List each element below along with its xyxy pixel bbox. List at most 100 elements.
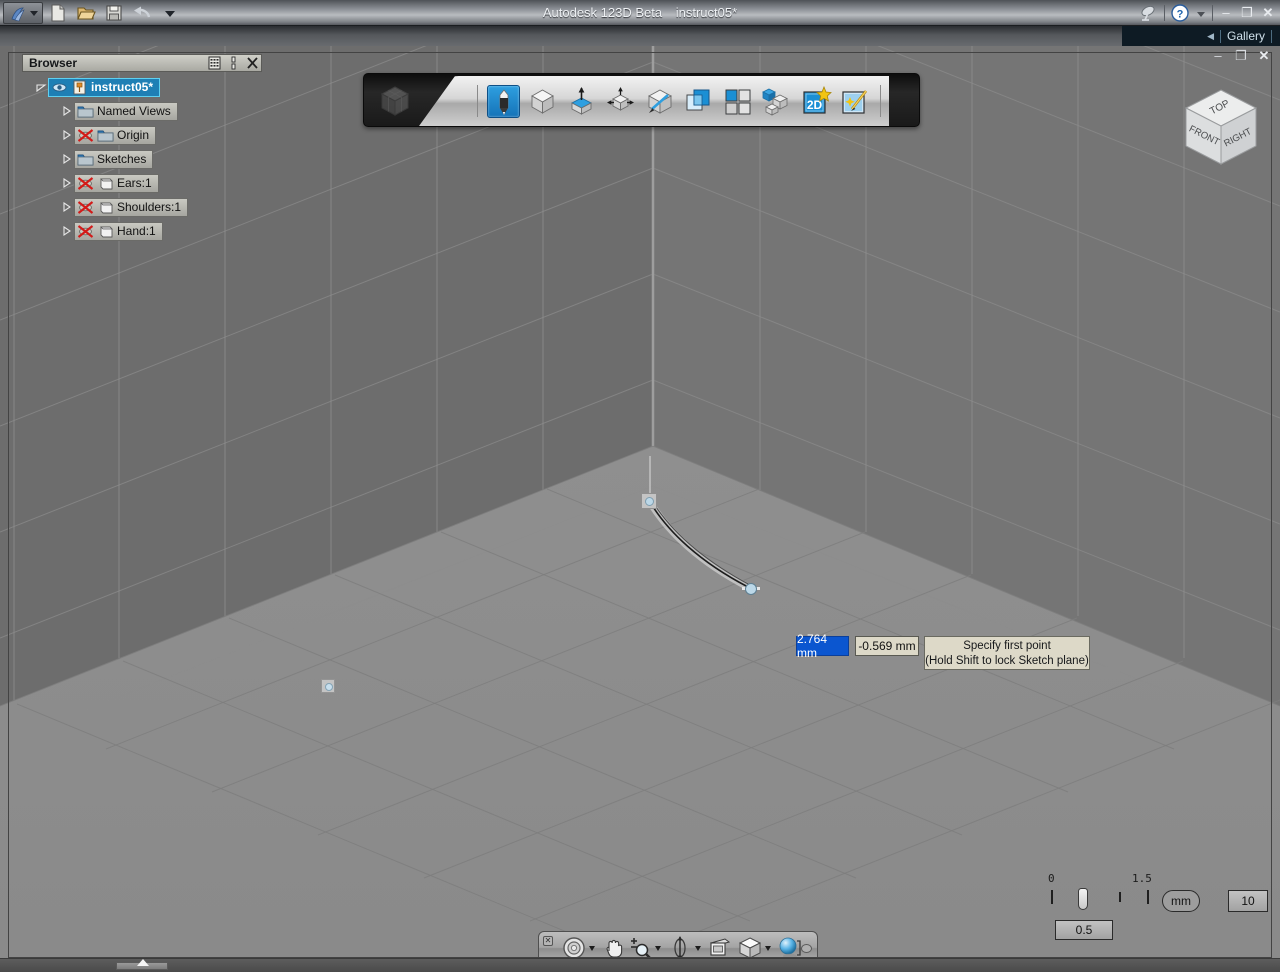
primitives-tool[interactable] (526, 85, 559, 118)
browser-properties-icon[interactable] (208, 56, 221, 70)
tree-node-named-views[interactable]: Named Views (74, 101, 178, 121)
tree-row[interactable]: Ears:1 (22, 171, 262, 195)
tree-row[interactable]: Named Views (22, 99, 262, 123)
grid-scale-widget[interactable]: 0 1.5 0.5 mm 10 (1040, 868, 1270, 948)
ribbon-collapse-icon[interactable]: ◀ (1207, 31, 1214, 42)
steering-wheel-caret-icon[interactable] (589, 945, 595, 951)
help-icon[interactable]: ? (1170, 3, 1190, 23)
smart-tool[interactable] (838, 85, 871, 118)
steering-wheel-button[interactable] (561, 935, 595, 958)
tree-node-ears-1[interactable]: Ears:1 (74, 173, 159, 193)
navbar-grip-handle[interactable] (801, 944, 812, 953)
browser-tree[interactable]: instruct05* Named Views Origin Sketches Ears… (22, 75, 262, 243)
sketch-origin-grip[interactable] (321, 679, 335, 693)
tree-node-sketches[interactable]: Sketches (74, 149, 154, 169)
pan-button[interactable] (601, 935, 627, 958)
navbar-close-icon[interactable]: ✕ (543, 936, 553, 946)
tree-row[interactable]: instruct05* (22, 75, 262, 99)
restore-button[interactable]: ❐ (1239, 5, 1255, 21)
tree-row[interactable]: Shoulders:1 (22, 195, 262, 219)
main-toolbar[interactable]: 2D (363, 73, 920, 127)
new-document-icon[interactable] (48, 3, 68, 23)
help-caret-icon[interactable] (1195, 3, 1207, 23)
zoom-button[interactable] (627, 935, 661, 958)
application-menu-caret-icon[interactable] (30, 11, 38, 16)
grip-circle (745, 583, 757, 595)
browser-close-icon[interactable] (246, 56, 259, 70)
tree-expander-closed-icon[interactable] (60, 104, 74, 118)
tooltip-line-2: (Hold Shift to lock Sketch plane) (925, 655, 1089, 667)
save-document-icon[interactable] (104, 3, 124, 23)
customize-quick-access-caret-icon[interactable] (160, 3, 180, 23)
visibility-hidden-icon[interactable] (77, 176, 94, 191)
app-title-text: Autodesk 123D Beta (542, 5, 663, 20)
sketch-start-point-handle[interactable] (641, 493, 657, 509)
paint-cube-icon (648, 88, 672, 114)
sketch-tool[interactable] (487, 84, 520, 118)
doc-restore-button[interactable]: ❐ (1233, 48, 1249, 64)
toolbar-divider (477, 85, 478, 117)
tree-expander-open-icon[interactable] (34, 80, 48, 94)
undo-icon[interactable] (132, 3, 152, 23)
main-toolbar-swoosh (419, 76, 479, 126)
tree-node-label: Sketches (97, 152, 147, 166)
visibility-hidden-icon[interactable] (77, 200, 94, 215)
application-menu-button[interactable] (3, 2, 43, 24)
toolbar-divider-end (880, 85, 881, 117)
orbit-caret-icon[interactable] (695, 945, 701, 951)
ribbon-bar: ◀ Gallery (0, 26, 1280, 46)
satellite-dish-icon[interactable] (1139, 3, 1159, 23)
view-cube[interactable]: TOP FRONT RIGHT (1178, 84, 1264, 176)
x-coordinate-input[interactable]: 2.764 mm (796, 632, 849, 660)
doc-close-button[interactable]: ✕ (1256, 48, 1272, 64)
tab-gallery[interactable]: Gallery (1227, 29, 1265, 43)
zoom-caret-icon[interactable] (655, 945, 661, 951)
visibility-eye-icon[interactable] (51, 80, 68, 95)
combine-tool[interactable] (682, 85, 715, 118)
visual-style-button[interactable] (737, 935, 771, 958)
drawing-tool[interactable]: 2D (799, 85, 832, 118)
tree-node-instruct05[interactable]: instruct05* (48, 77, 161, 97)
visibility-hidden-icon[interactable] (77, 128, 94, 143)
horizontal-scroll-handle[interactable] (116, 959, 168, 970)
sketch-end-point-grip[interactable] (742, 580, 760, 598)
solid-body-icon (97, 176, 114, 191)
tree-node-hand-1[interactable]: Hand:1 (74, 221, 163, 241)
orbit-button[interactable] (667, 935, 701, 958)
tree-row[interactable]: Hand:1 (22, 219, 262, 243)
grab-tool[interactable] (643, 85, 676, 118)
close-button[interactable]: ✕ (1260, 5, 1276, 21)
tree-expander-closed-icon[interactable] (60, 200, 74, 214)
folder-icon (77, 104, 94, 119)
tree-node-label: Shoulders:1 (117, 200, 182, 214)
tree-expander-closed-icon[interactable] (60, 176, 74, 190)
y-coordinate-input[interactable]: -0.569 mm (855, 636, 919, 656)
doc-minimize-button[interactable]: – (1210, 48, 1226, 64)
tree-row[interactable]: Sketches (22, 147, 262, 171)
tree-node-label: Hand:1 (117, 224, 156, 238)
tree-expander-closed-icon[interactable] (60, 224, 74, 238)
extrude-cube-icon (571, 86, 592, 115)
pattern-tool[interactable] (721, 85, 754, 118)
subdivisions-input[interactable]: 10 (1228, 890, 1268, 912)
tree-node-shoulders-1[interactable]: Shoulders:1 (74, 197, 189, 217)
visual-style-caret-icon[interactable] (765, 945, 771, 951)
tree-row[interactable]: Origin (22, 123, 262, 147)
tree-node-origin[interactable]: Origin (74, 125, 157, 145)
look-at-button[interactable] (707, 935, 733, 958)
browser-autohide-pin-icon[interactable] (227, 56, 240, 70)
grid-spacing-input[interactable]: 0.5 (1055, 920, 1113, 940)
3d-viewport[interactable]: 2D TOP FRONT RIGHT Browser instruct05* N… (0, 46, 1280, 958)
minimize-button[interactable]: – (1218, 5, 1234, 21)
browser-panel[interactable]: Browser instruct05* Named Views Origin S… (22, 54, 262, 243)
tree-expander-closed-icon[interactable] (60, 128, 74, 142)
assembly-tool[interactable] (760, 85, 793, 118)
visibility-hidden-icon[interactable] (77, 224, 94, 239)
grid-scale-slider-handle[interactable] (1078, 888, 1088, 910)
open-document-icon[interactable] (76, 3, 96, 23)
tree-expander-closed-icon[interactable] (60, 152, 74, 166)
unit-selector[interactable]: mm (1162, 890, 1200, 912)
modify-tool[interactable] (604, 85, 637, 118)
navigation-bar[interactable]: ✕ (538, 931, 818, 958)
construct-tool[interactable] (565, 85, 598, 118)
